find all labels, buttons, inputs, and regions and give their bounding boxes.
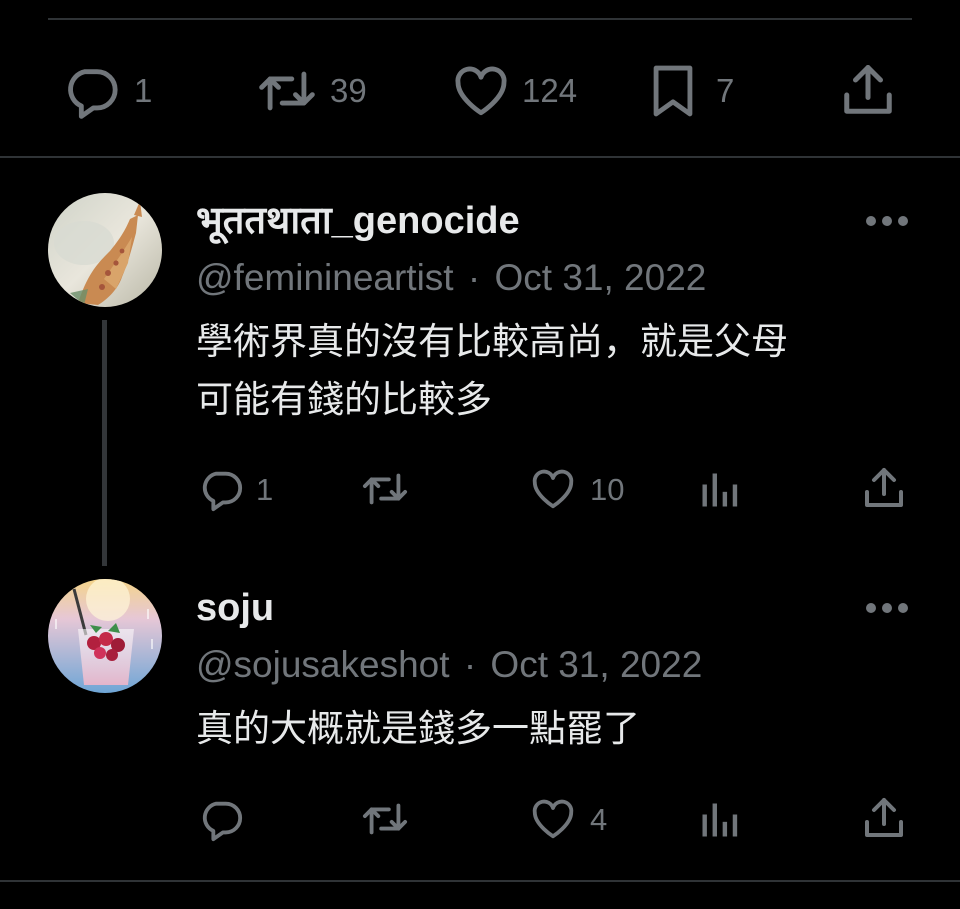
- retweet-icon[interactable]: [360, 466, 410, 512]
- separator: ·: [463, 644, 477, 685]
- tweet-text-line: 可能有錢的比較多: [196, 378, 492, 421]
- thread-connector-line: [102, 320, 107, 566]
- views-icon[interactable]: [697, 468, 741, 512]
- reply-icon[interactable]: [198, 796, 244, 842]
- bookmark-icon[interactable]: [644, 62, 702, 120]
- reply-count: 1: [134, 72, 153, 109]
- tweet-text-line: 真的大概就是錢多一點罷了: [196, 707, 640, 750]
- like-count: 10: [590, 472, 625, 507]
- top-divider: [48, 18, 912, 20]
- separator: ·: [467, 257, 481, 298]
- like-icon[interactable]: [530, 466, 576, 512]
- bottom-divider: [0, 880, 960, 882]
- tweet-text: 真的大概就是錢多一點罷了: [196, 700, 896, 758]
- avatar[interactable]: [48, 193, 162, 307]
- action-bar-divider: [0, 156, 960, 158]
- like-count: 4: [590, 802, 608, 837]
- share-icon[interactable]: [860, 464, 908, 512]
- like-icon[interactable]: [530, 796, 576, 842]
- reply-icon[interactable]: [62, 62, 120, 120]
- timestamp[interactable]: Oct 31, 2022: [490, 644, 702, 685]
- bookmark-count: 7: [716, 72, 735, 109]
- more-icon[interactable]: [866, 216, 908, 228]
- display-name[interactable]: भूततथाता_genocide: [196, 198, 520, 244]
- reply-count: 1: [256, 472, 274, 507]
- display-name[interactable]: soju: [196, 585, 274, 631]
- handle-date[interactable]: @feminineartist · Oct 31, 2022: [196, 255, 706, 301]
- timestamp[interactable]: Oct 31, 2022: [494, 257, 706, 298]
- handle[interactable]: @feminineartist: [196, 257, 454, 298]
- tweet-text-line: 學術界真的沒有比較高尚，就是父母: [196, 320, 788, 363]
- share-icon[interactable]: [860, 794, 908, 842]
- tweet-text: 學術界真的沒有比較高尚，就是父母 可能有錢的比較多: [196, 313, 896, 429]
- like-count: 124: [522, 72, 578, 109]
- reply-icon[interactable]: [198, 466, 244, 512]
- share-icon[interactable]: [838, 60, 898, 120]
- retweet-icon[interactable]: [256, 62, 318, 120]
- handle[interactable]: @sojusakeshot: [196, 644, 450, 685]
- retweet-icon[interactable]: [360, 796, 410, 842]
- retweet-count: 39: [330, 72, 367, 109]
- avatar[interactable]: [48, 579, 162, 693]
- like-icon[interactable]: [452, 62, 510, 120]
- views-icon[interactable]: [697, 798, 741, 842]
- handle-date[interactable]: @sojusakeshot · Oct 31, 2022: [196, 642, 702, 688]
- more-icon[interactable]: [866, 603, 908, 615]
